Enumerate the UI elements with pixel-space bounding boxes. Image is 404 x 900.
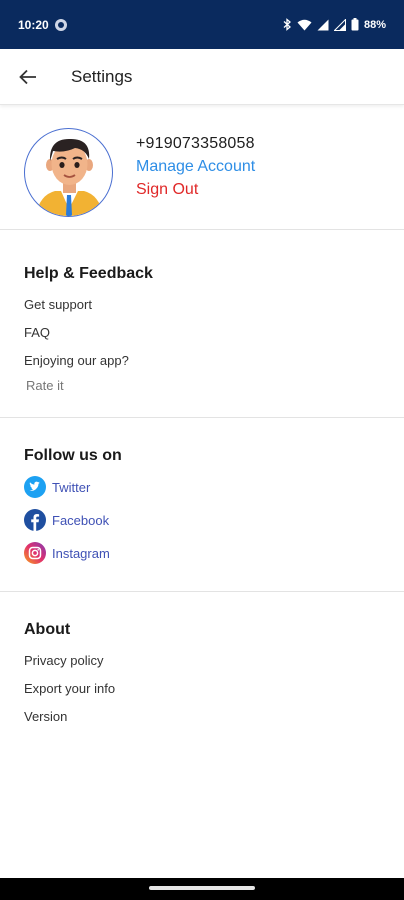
phone-number: +919073358058 (136, 135, 255, 152)
battery-icon (351, 18, 359, 31)
twitter-link[interactable]: Twitter (24, 476, 90, 498)
instagram-icon (24, 542, 46, 564)
instagram-label: Instagram (52, 545, 110, 561)
arrow-left-icon (19, 69, 36, 84)
avatar[interactable] (24, 128, 113, 217)
signal-icon (317, 19, 329, 30)
home-gesture-handle[interactable] (149, 886, 255, 890)
status-icons: 88% (282, 18, 386, 31)
app-bar: Settings (0, 49, 404, 105)
bluetooth-icon (283, 18, 291, 31)
sign-out-link[interactable]: Sign Out (136, 178, 255, 201)
profile-info: +919073358058 Manage Account Sign Out (136, 132, 255, 201)
avatar-illustration (35, 138, 104, 216)
facebook-link[interactable]: Facebook (24, 509, 109, 531)
follow-heading: Follow us on (24, 447, 122, 464)
export-info-link[interactable]: Export your info (24, 681, 115, 696)
get-support-link[interactable]: Get support (24, 297, 92, 312)
about-section: About Privacy policy Export your info Ve… (0, 592, 404, 742)
twitter-icon (24, 476, 46, 498)
back-button[interactable] (0, 49, 56, 105)
notification-dot-icon (54, 18, 67, 31)
enjoying-app-text: Enjoying our app? (24, 353, 129, 368)
profile-section: +919073358058 Manage Account Sign Out (0, 106, 404, 230)
about-heading: About (24, 621, 71, 638)
facebook-label: Facebook (52, 512, 110, 528)
instagram-link[interactable]: Instagram (24, 542, 110, 564)
status-time: 10:20 (18, 17, 49, 32)
signal-icon-2 (333, 18, 346, 31)
help-heading: Help & Feedback (24, 265, 153, 282)
faq-link[interactable]: FAQ (24, 325, 50, 340)
privacy-policy-link[interactable]: Privacy policy (24, 653, 103, 668)
battery-percent: 88% (363, 18, 386, 31)
rate-it-link[interactable]: Rate it (26, 378, 64, 393)
help-section: Help & Feedback Get support FAQ Enjoying… (0, 230, 404, 418)
facebook-icon (24, 509, 46, 531)
page-title: Settings (71, 66, 133, 86)
manage-account-link[interactable]: Manage Account (136, 155, 255, 178)
wifi-icon (297, 19, 312, 30)
follow-section: Follow us on Twitter Facebook Instagram (0, 418, 404, 592)
version-item[interactable]: Version (24, 709, 67, 724)
status-bar: 10:20 88% (0, 0, 404, 49)
system-nav-bar (0, 878, 404, 900)
twitter-label: Twitter (52, 479, 91, 495)
